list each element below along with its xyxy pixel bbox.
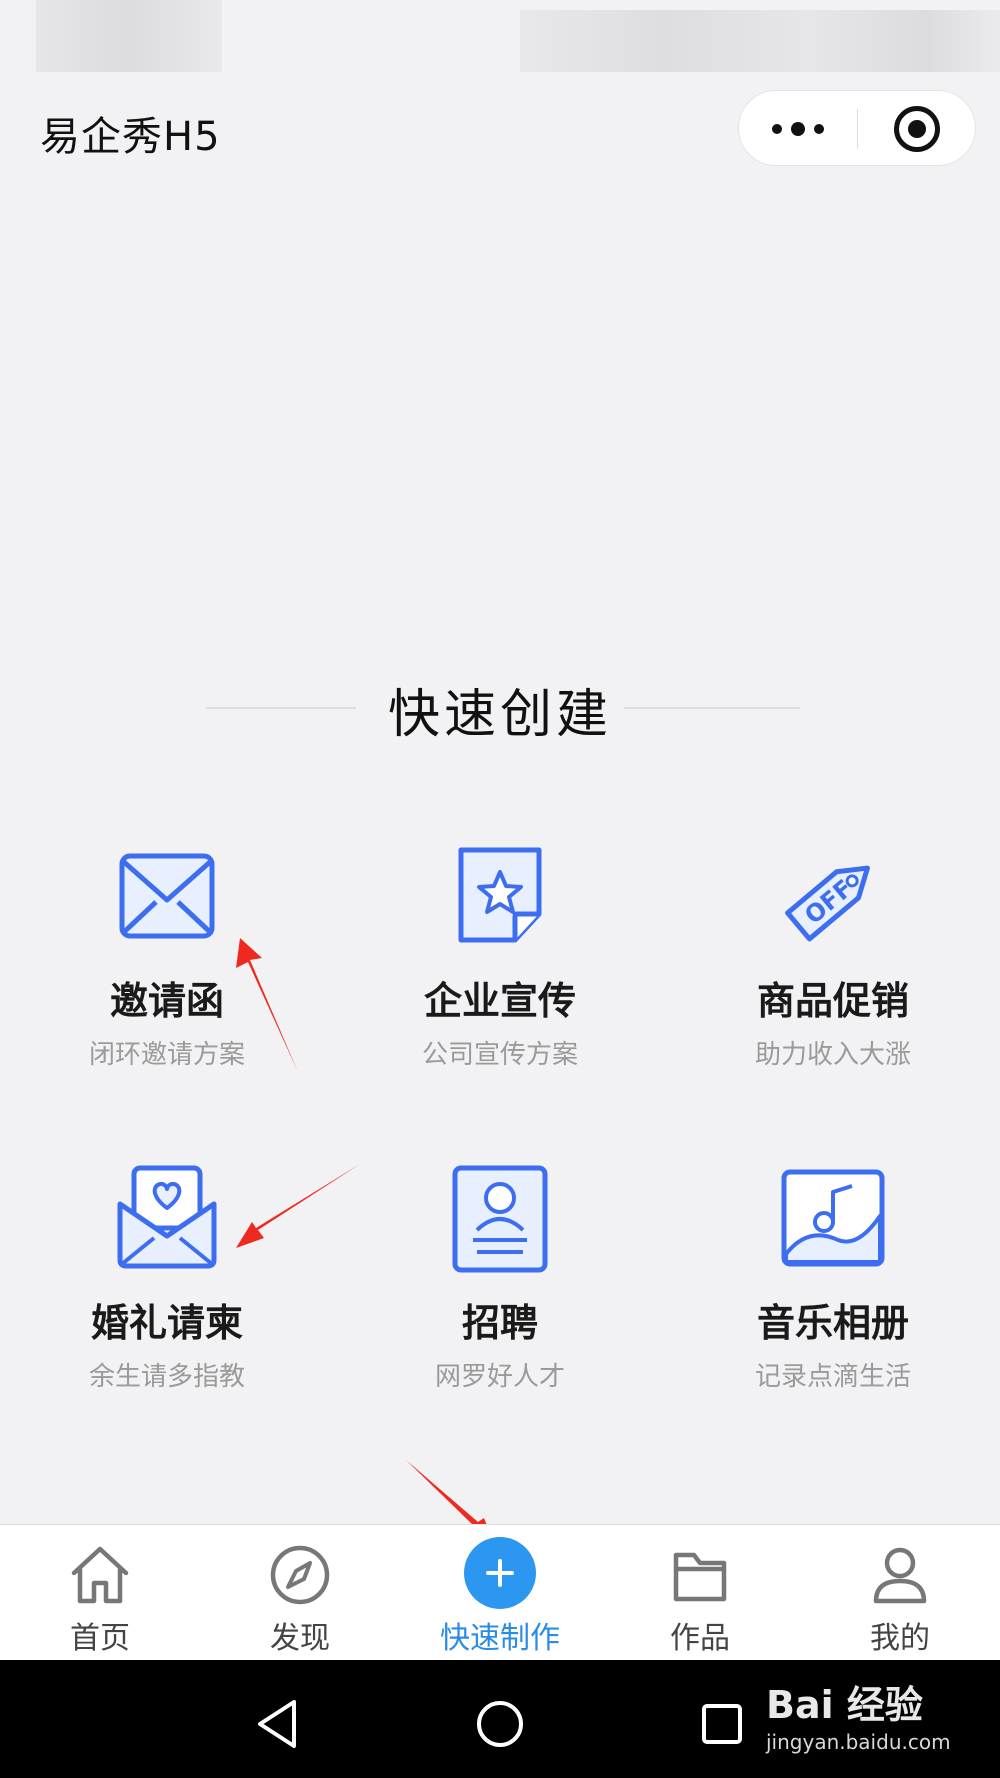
app-title: 易企秀H5 — [40, 114, 221, 160]
watermark-brand: Bai 经验 — [766, 1683, 923, 1727]
music-photo-icon — [778, 1164, 888, 1274]
plus-icon — [464, 1537, 536, 1609]
template-wedding[interactable]: 婚礼请柬 余生请多指教 — [17, 1164, 317, 1414]
tab-label: 快速制作 — [440, 1621, 560, 1656]
template-desc: 助力收入大涨 — [754, 1040, 911, 1070]
template-desc: 记录点滴生活 — [754, 1362, 911, 1392]
title-bar: 易企秀H5 — [0, 80, 1000, 176]
template-company-promo[interactable]: 企业宣传 公司宣传方案 — [350, 842, 650, 1092]
watermark-url: jingyan.baidu.com — [766, 1730, 951, 1754]
template-desc: 公司宣传方案 — [421, 1040, 578, 1070]
tab-works[interactable]: 作品 — [600, 1525, 800, 1661]
quick-create-heading: 快速创建 — [0, 670, 1000, 750]
template-label: 音乐相册 — [756, 1301, 909, 1345]
template-music-album[interactable]: 音乐相册 记录点滴生活 — [683, 1164, 983, 1414]
template-label: 邀请函 — [109, 979, 224, 1023]
target-icon — [894, 106, 940, 152]
home-icon — [66, 1541, 134, 1609]
off-tag-icon: OFF — [778, 842, 888, 952]
tab-label: 首页 — [70, 1621, 130, 1656]
recent-apps-icon[interactable] — [692, 1694, 752, 1754]
section-title: 快速创建 — [387, 685, 612, 745]
template-label: 招聘 — [461, 1301, 538, 1345]
template-invitation[interactable]: 邀请函 闭环邀请方案 — [17, 842, 317, 1092]
folder-icon — [666, 1541, 734, 1609]
template-product-sale[interactable]: OFF 商品促销 助力收入大涨 — [683, 842, 983, 1092]
template-label: 商品促销 — [756, 979, 909, 1023]
more-options-button[interactable] — [739, 91, 857, 167]
baidu-jingyan-watermark: Bai 经验 jingyan.baidu.com — [766, 1674, 986, 1764]
status-bar — [0, 0, 1000, 80]
tab-quick-make[interactable]: 快速制作 — [400, 1525, 600, 1661]
divider-right — [624, 707, 800, 709]
menu-capsule — [738, 90, 976, 166]
tab-discover[interactable]: 发现 — [200, 1525, 400, 1661]
template-recruitment[interactable]: 招聘 网罗好人才 — [350, 1164, 650, 1414]
close-miniprogram-button[interactable] — [858, 91, 976, 167]
resume-icon — [445, 1164, 555, 1274]
user-icon — [866, 1541, 934, 1609]
tab-label: 发现 — [270, 1621, 330, 1656]
heart-envelope-icon — [112, 1164, 222, 1274]
template-label: 婚礼请柬 — [90, 1301, 243, 1345]
tab-mine[interactable]: 我的 — [800, 1525, 1000, 1661]
back-icon[interactable] — [248, 1694, 308, 1754]
template-desc: 网罗好人才 — [434, 1362, 565, 1392]
compass-icon — [266, 1541, 334, 1609]
tab-label: 我的 — [870, 1621, 930, 1656]
android-nav-bar: Bai 经验 jingyan.baidu.com — [0, 1660, 1000, 1778]
home-circle-icon[interactable] — [470, 1694, 530, 1754]
bottom-tab-bar: 首页 发现 快速制作 作品 我的 — [0, 1524, 1000, 1660]
status-bar-blur-left — [36, 0, 222, 72]
envelope-icon — [112, 842, 222, 952]
status-bar-blur-right — [520, 10, 1000, 72]
template-label: 企业宣传 — [423, 979, 576, 1023]
tab-label: 作品 — [670, 1621, 730, 1656]
star-document-icon — [445, 842, 555, 952]
tab-home[interactable]: 首页 — [0, 1525, 200, 1661]
template-desc: 余生请多指教 — [88, 1362, 245, 1392]
template-desc: 闭环邀请方案 — [88, 1040, 245, 1070]
